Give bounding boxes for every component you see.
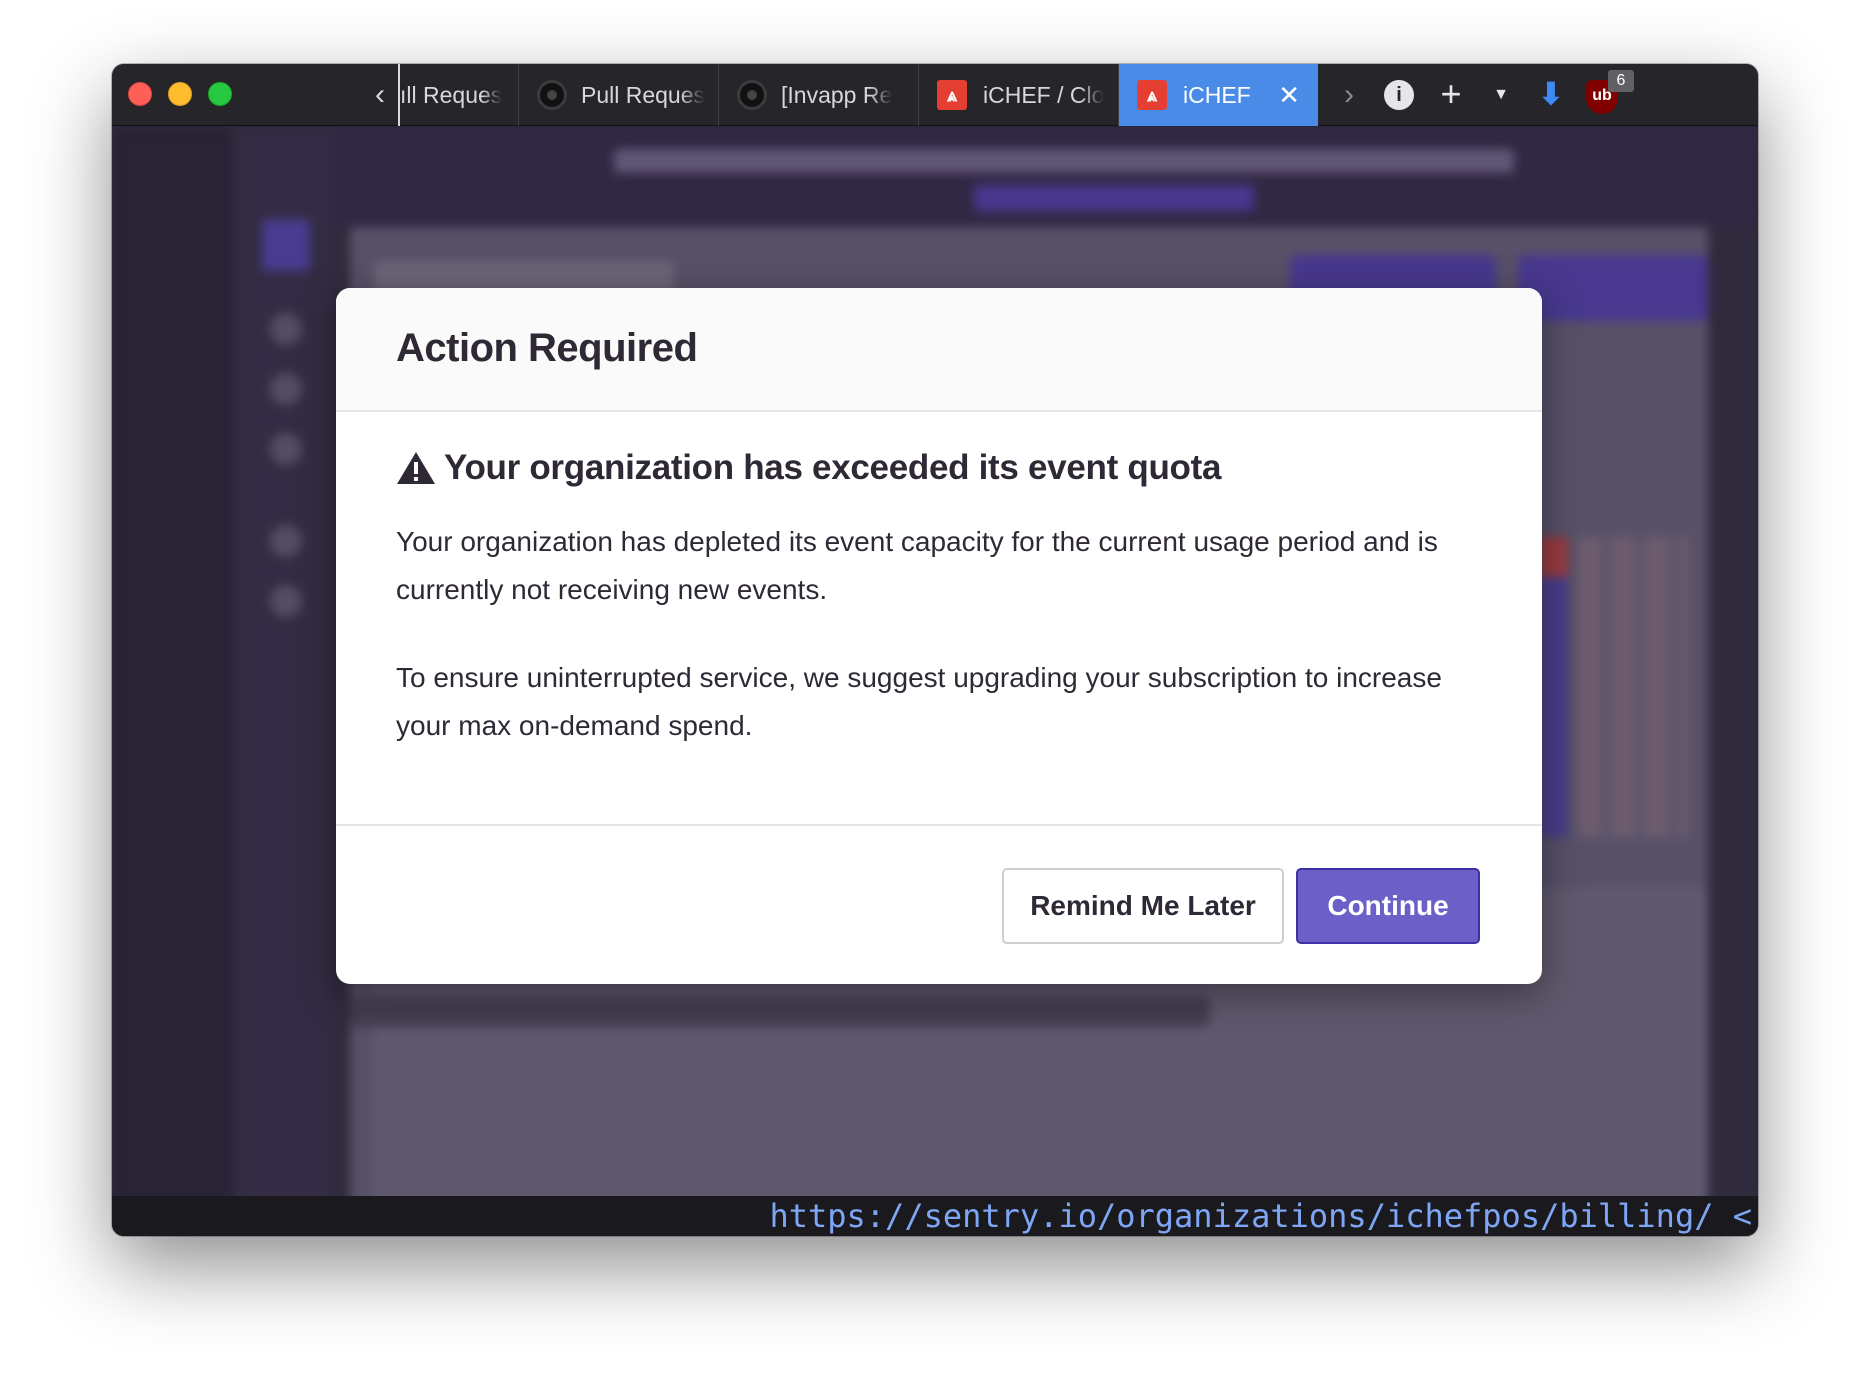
tab-label: [Invapp Re <box>781 81 893 108</box>
continue-button[interactable]: Continue <box>1296 868 1480 944</box>
modal-header: Action Required <box>336 288 1542 412</box>
window-close-button[interactable] <box>128 82 152 106</box>
warning-icon <box>397 452 435 484</box>
tabs-scroll-right-icon[interactable]: › <box>1334 76 1364 114</box>
status-bar: https://sentry.io/organizations/ichefpos… <box>112 1196 1758 1236</box>
sentry-icon: ⩓ <box>937 80 967 110</box>
window-minimize-button[interactable] <box>168 82 192 106</box>
tab-strip: ıll Reques Pull Reques [Invapp Re ⩓ iCHE… <box>398 64 1318 126</box>
status-url: https://sentry.io/organizations/ichefpos… <box>769 1197 1752 1235</box>
modal-body: Your organization has exceeded its event… <box>396 448 1482 750</box>
upgrade-suggestion: To ensure uninterrupted service, we sugg… <box>396 662 1442 741</box>
password-manager-icon[interactable]: i <box>1384 80 1414 110</box>
tab-label: iCHEF <box>1183 81 1251 108</box>
download-icon[interactable]: ⬇ <box>1536 78 1566 112</box>
tab-bar: ‹ ıll Reques Pull Reques [Invapp Re ⩓ iC… <box>112 64 1758 126</box>
action-required-modal: Action Required Your organization has ex… <box>336 288 1542 984</box>
tab-pull-request-1[interactable]: ıll Reques <box>398 64 518 126</box>
modal-title: Action Required <box>396 326 698 370</box>
close-tab-icon[interactable]: ✕ <box>1278 80 1300 110</box>
github-icon <box>737 80 767 110</box>
tab-label: ıll Reques <box>400 81 503 108</box>
tab-ichef-active[interactable]: ⩓ iCHEF ✕ <box>1118 64 1318 126</box>
browser-window: ‹ ıll Reques Pull Reques [Invapp Re ⩓ iC… <box>112 64 1758 1236</box>
new-tab-icon[interactable]: + <box>1434 74 1468 114</box>
sentry-icon: ⩓ <box>1137 80 1167 110</box>
tab-invapp[interactable]: [Invapp Re <box>718 64 918 126</box>
tab-list-dropdown-icon[interactable]: ▼ <box>1488 80 1514 110</box>
window-maximize-button[interactable] <box>208 82 232 106</box>
tab-label: Pull Reques <box>581 81 706 108</box>
remind-me-later-button[interactable]: Remind Me Later <box>1002 868 1284 944</box>
tab-ichef-cloud[interactable]: ⩓ iCHEF / Clo <box>918 64 1118 126</box>
tab-label: iCHEF / Clo <box>983 81 1105 108</box>
quota-heading: Your organization has exceeded its event… <box>396 448 1482 488</box>
github-icon <box>537 80 567 110</box>
tabs-scroll-left-icon[interactable]: ‹ <box>362 76 398 114</box>
quota-heading-text: Your organization has exceeded its event… <box>444 448 1222 487</box>
tab-pull-request-2[interactable]: Pull Reques <box>518 64 718 126</box>
extension-badge: 6 <box>1608 70 1634 92</box>
depleted-message: Your organization has depleted its event… <box>396 526 1438 605</box>
modal-footer: Remind Me Later Continue <box>336 824 1542 984</box>
